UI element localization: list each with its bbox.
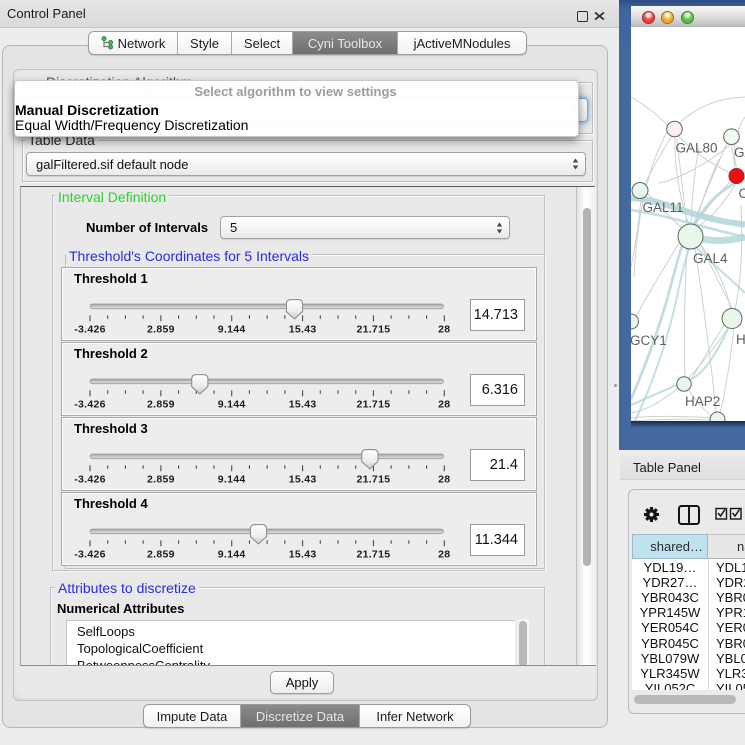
svg-text:-3.426: -3.426: [74, 474, 106, 486]
svg-text:H: H: [736, 332, 745, 347]
svg-text:-3.426: -3.426: [74, 399, 106, 411]
svg-text:GCY1: GCY1: [631, 333, 667, 348]
svg-text:15.43: 15.43: [289, 324, 317, 336]
svg-text:28: 28: [438, 324, 450, 336]
svg-text:2.859: 2.859: [147, 549, 175, 561]
svg-text:2.859: 2.859: [147, 324, 175, 336]
svg-text:28: 28: [438, 399, 450, 411]
svg-text:15.43: 15.43: [289, 399, 317, 411]
svg-text:-3.426: -3.426: [74, 324, 106, 336]
svg-text:-3.426: -3.426: [74, 549, 106, 561]
svg-text:GAL4: GAL4: [693, 251, 728, 266]
svg-text:28: 28: [438, 474, 450, 486]
svg-text:9.144: 9.144: [218, 324, 246, 336]
svg-text:HAP2: HAP2: [685, 394, 720, 409]
svg-text:9.144: 9.144: [218, 549, 246, 561]
svg-text:GA: GA: [734, 145, 745, 160]
svg-text:C: C: [739, 186, 745, 201]
svg-text:GAL80: GAL80: [676, 141, 718, 156]
svg-text:2.859: 2.859: [147, 399, 175, 411]
svg-text:21.715: 21.715: [356, 399, 390, 411]
svg-text:21.715: 21.715: [356, 549, 390, 561]
svg-text:15.43: 15.43: [289, 549, 317, 561]
svg-text:9.144: 9.144: [218, 399, 246, 411]
svg-text:15.43: 15.43: [289, 474, 317, 486]
svg-text:2.859: 2.859: [147, 474, 175, 486]
svg-text:9.144: 9.144: [218, 474, 246, 486]
svg-text:GAL11: GAL11: [643, 200, 684, 215]
svg-text:21.715: 21.715: [356, 324, 390, 336]
svg-text:28: 28: [438, 549, 450, 561]
svg-text:21.715: 21.715: [356, 474, 390, 486]
